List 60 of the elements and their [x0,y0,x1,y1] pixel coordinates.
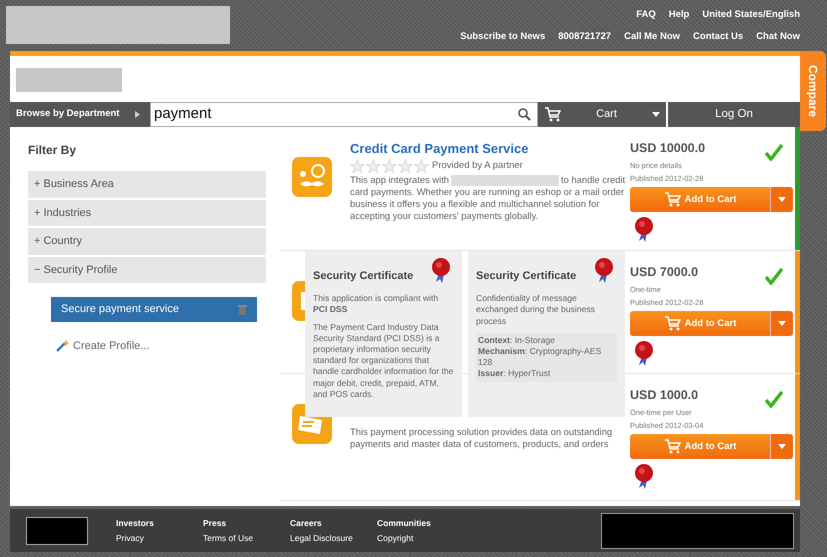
detail-line: Context: In-Storage [478,334,556,346]
wand-icon [56,339,69,352]
header-link[interactable]: FAQ [636,9,656,20]
header-link[interactable]: 8008721727 [558,31,612,42]
seal-icon [430,257,452,283]
header-link[interactable]: Contact Us [693,31,744,42]
cart-icon [664,192,681,208]
cart-icon [664,316,681,332]
caret-icon [778,321,786,326]
popover-text: Confidentiality of message exchanged during the business process [476,293,596,327]
header-link[interactable]: Subscribe to News [460,31,546,42]
footer-link[interactable]: Communities [377,516,464,530]
search-icon [518,108,531,121]
dropdown-button[interactable] [770,311,793,336]
app-description: This payment processing solution provides data on outstanding payments and master data of customers, products, and orders [350,426,614,450]
caret-icon [778,197,786,202]
filter-group[interactable]: + Industries [28,200,266,226]
footer-logo-box [26,516,88,544]
dropdown-button[interactable] [770,187,793,212]
price-text: USD 1000.0 [630,387,700,404]
popover-title: Security Certificate [476,269,576,284]
footer-link[interactable]: Investors [116,516,203,530]
footer-link[interactable]: Terms of Use [203,530,290,545]
filter-group[interactable]: + Country [28,228,266,254]
footer-link[interactable]: Legal Disclosure [290,530,377,545]
header-link[interactable]: United States/English [702,9,800,20]
footer-link[interactable]: Press [203,516,290,530]
caret-icon [135,111,140,118]
seal-icon [633,216,655,242]
provider-text: Provided by A partner [432,159,523,174]
popover-text: The Payment Card Industry Data Security Standard (PCI DSS) is a proprietary information security standard for organizations that handle cardholder information for the major debit, credit, prepaid, ATM, and POS cards. [313,322,454,400]
filter-title: Filter By [28,142,78,159]
app-title[interactable]: Credit Card Payment Service [350,139,628,158]
popover-title: Security Certificate [313,269,414,284]
profile-item[interactable]: Secure payment service [51,297,257,322]
seal-icon [593,257,615,283]
header-link[interactable]: Call Me Now [624,31,680,42]
app-description: This app integrates with to handle credit card payments. Whether you are running an eshop or a mail order business it offers you a flexible and multichannel solution for accepting your customers' payments globally. [350,174,626,222]
seal-icon [633,463,655,490]
detail-line: Mechanism: Cryptography-AES 128 [478,346,602,368]
price-text: USD 7000.0 [630,264,700,281]
trash-icon [238,304,247,315]
footer-link[interactable]: Copyright [377,530,464,545]
caret-icon [652,112,660,117]
create-profile-link[interactable]: Create Profile... [56,338,150,354]
filter-group[interactable]: − Security Profile [28,256,266,283]
footer-link[interactable]: Privacy [116,530,203,545]
seal-icon [633,340,655,366]
caret-icon [778,444,786,450]
dropdown-button[interactable] [770,434,793,460]
app-icon [292,157,332,197]
popover-text: This application is compliant with PCI DSS [313,293,440,316]
cart-icon [544,107,561,122]
header-link[interactable]: Chat Now [756,31,800,42]
filter-group[interactable]: + Business Area [28,171,266,198]
header-link[interactable]: Help [668,9,690,20]
cart-icon [664,439,681,454]
detail-line: Issuer: HyperTrust [478,368,552,380]
price-text: USD 10000.0 [630,140,706,157]
footer-link[interactable]: Careers [290,516,377,530]
